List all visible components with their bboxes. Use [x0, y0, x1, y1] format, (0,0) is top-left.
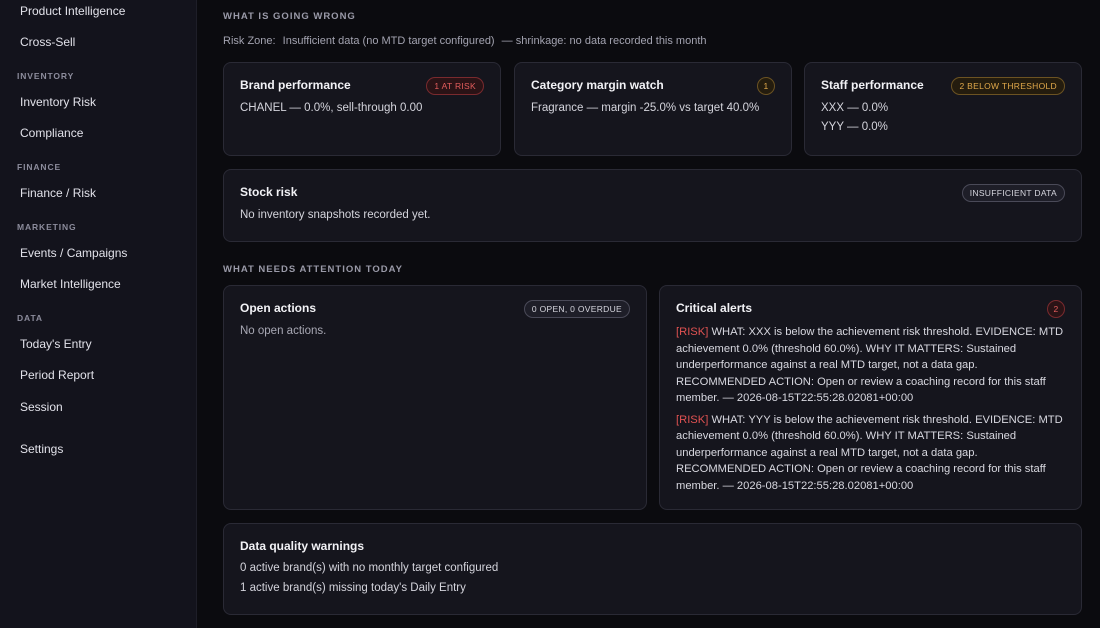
card-line: No inventory snapshots recorded yet. — [240, 209, 431, 221]
alert-text: WHAT: XXX is below the achievement risk … — [676, 326, 1064, 404]
status-badge: 2 BELOW THRESHOLD — [951, 77, 1065, 95]
alert-text: WHAT: YYY is below the achievement risk … — [676, 413, 1063, 492]
card-title: Data quality warnings — [240, 539, 365, 553]
sidebar-section-finance: FINANCE — [17, 162, 62, 172]
card-line: Fragrance — margin -25.0% vs target 40.0… — [531, 102, 760, 114]
risk-zone-value: Insufficient data (no MTD target configu… — [282, 35, 495, 47]
status-badge: 1 AT RISK — [426, 77, 484, 95]
sidebar-item-todays-entry[interactable]: Today's Entry — [20, 337, 92, 351]
count-badge: 2 — [1047, 300, 1065, 318]
sidebar: Product Intelligence Cross-Sell INVENTOR… — [0, 0, 197, 628]
alerts-list: [RISK] WHAT: XXX is below the achievemen… — [676, 324, 1065, 494]
app: Product Intelligence Cross-Sell INVENTOR… — [0, 0, 1100, 628]
section-heading-going-wrong: WHAT IS GOING WRONG — [223, 11, 356, 22]
sidebar-section-inventory: INVENTORY — [17, 71, 75, 81]
data-quality-card: Data quality warnings 0 active brand(s) … — [223, 523, 1082, 615]
open-actions-card: Open actions 0 OPEN, 0 OVERDUE No open a… — [223, 285, 647, 510]
critical-alerts-card: Critical alerts 2 [RISK] WHAT: XXX is be… — [659, 285, 1082, 510]
risk-zone-line: Risk Zone: Insufficient data (no MTD tar… — [223, 35, 711, 47]
status-badge: 0 OPEN, 0 OVERDUE — [523, 300, 630, 318]
sidebar-item-events-campaigns[interactable]: Events / Campaigns — [20, 246, 127, 260]
card-line: CHANEL — 0.0%, sell-through 0.00 — [240, 102, 423, 114]
category-margin-card: Category margin watch 1 Fragrance — marg… — [514, 62, 792, 156]
main-content: WHAT IS GOING WRONG Risk Zone: Insuffici… — [197, 0, 1100, 628]
dq-line: 1 active brand(s) missing today's Daily … — [240, 582, 466, 594]
card-title: Stock risk — [240, 185, 298, 199]
count-badge: 1 — [757, 77, 775, 95]
sidebar-item-settings[interactable]: Settings — [20, 442, 63, 456]
staff-line: XXX — 0.0% — [821, 102, 889, 114]
dq-line: 0 active brand(s) with no monthly target… — [240, 562, 499, 574]
alert-item[interactable]: [RISK] WHAT: XXX is below the achievemen… — [676, 324, 1065, 407]
sidebar-item-product-intelligence[interactable]: Product Intelligence — [20, 4, 125, 18]
status-badge: INSUFFICIENT DATA — [961, 184, 1065, 202]
sidebar-item-session[interactable]: Session — [20, 400, 63, 414]
sidebar-section-data: DATA — [17, 313, 43, 323]
sidebar-item-period-report[interactable]: Period Report — [20, 368, 94, 382]
alert-tag: [RISK] — [676, 413, 709, 426]
card-title: Critical alerts — [676, 301, 753, 315]
sidebar-item-cross-sell[interactable]: Cross-Sell — [20, 35, 75, 49]
shrinkage-text: — shrinkage: no data recorded this month — [501, 35, 707, 47]
card-title: Category margin watch — [531, 78, 664, 92]
staff-performance-card: Staff performance 2 BELOW THRESHOLD XXX … — [804, 62, 1082, 156]
alert-item[interactable]: [RISK] WHAT: YYY is below the achievemen… — [676, 412, 1065, 495]
risk-zone-label: Risk Zone: — [223, 35, 276, 47]
sidebar-section-marketing: MARKETING — [17, 222, 77, 232]
staff-line: YYY — 0.0% — [821, 121, 888, 133]
sidebar-item-compliance[interactable]: Compliance — [20, 126, 83, 140]
brand-performance-card: Brand performance 1 AT RISK CHANEL — 0.0… — [223, 62, 501, 156]
stock-risk-card: Stock risk INSUFFICIENT DATA No inventor… — [223, 169, 1082, 242]
section-heading-attention: WHAT NEEDS ATTENTION TODAY — [223, 264, 403, 275]
sidebar-item-market-intelligence[interactable]: Market Intelligence — [20, 277, 121, 291]
sidebar-item-inventory-risk[interactable]: Inventory Risk — [20, 95, 96, 109]
alert-tag: [RISK] — [676, 326, 709, 338]
card-line: No open actions. — [240, 325, 327, 337]
sidebar-item-finance-risk[interactable]: Finance / Risk — [20, 186, 96, 200]
